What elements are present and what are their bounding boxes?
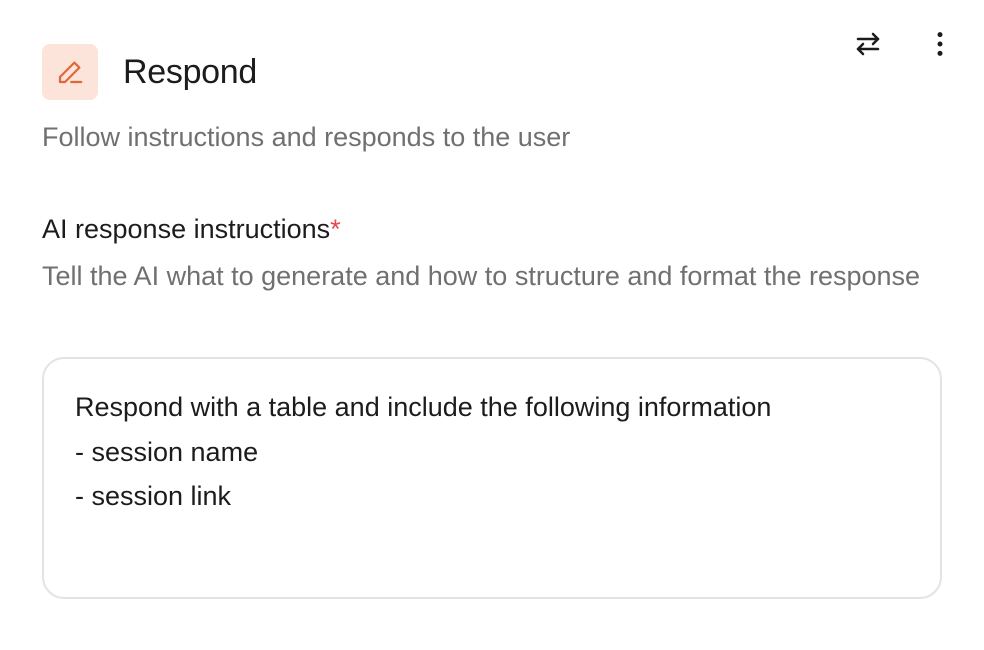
step-icon-badge [42, 44, 98, 100]
swap-arrows-icon [856, 32, 880, 56]
instructions-textarea[interactable]: Respond with a table and include the fol… [42, 357, 942, 599]
step-header: Respond [42, 44, 257, 100]
header-actions [848, 26, 960, 62]
field-label: AI response instructions* [42, 214, 341, 245]
textarea-line: - session name [75, 436, 259, 467]
field-help-text: Tell the AI what to generate and how to … [42, 261, 921, 291]
more-vertical-icon [937, 32, 943, 56]
more-options-button[interactable] [920, 26, 960, 62]
pencil-icon [58, 61, 83, 84]
textarea-line: - session link [75, 481, 232, 511]
field-label-text: AI response instructions [42, 214, 331, 244]
textarea-line: Respond with a table and include the fol… [75, 392, 772, 422]
step-description: Follow instructions and responds to the … [42, 122, 571, 152]
step-title: Respond [123, 52, 257, 91]
required-mark: * [330, 214, 341, 244]
swap-button[interactable] [848, 26, 888, 62]
